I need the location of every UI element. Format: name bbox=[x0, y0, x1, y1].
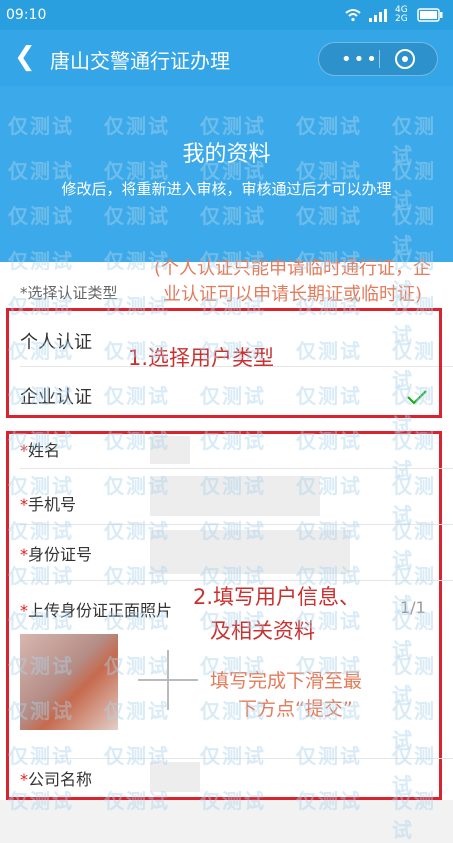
status-icons: 4G 2G bbox=[345, 6, 443, 24]
name-input[interactable] bbox=[150, 436, 190, 464]
more-dots-icon[interactable]: ••• bbox=[341, 49, 379, 70]
phone-input[interactable] bbox=[150, 476, 320, 516]
wifi-icon bbox=[345, 9, 361, 22]
step2-note-line1: 填写完成下滑至最 bbox=[210, 670, 363, 692]
field-id-text: 身份证号 bbox=[28, 545, 93, 564]
photo-count: 1/1 bbox=[400, 598, 426, 617]
field-phone-text: 手机号 bbox=[28, 495, 77, 514]
field-phone-label: *手机号 bbox=[20, 495, 77, 514]
status-bar: 09:10 4G 2G bbox=[0, 0, 453, 30]
mini-program-capsule: ••• bbox=[318, 42, 438, 76]
profile-header: 我的资料 修改后，将重新进入审核，审核通过后才可以办理 bbox=[0, 86, 453, 262]
divider bbox=[20, 468, 453, 469]
id-photo-thumbnail[interactable] bbox=[20, 634, 118, 730]
signal-icon bbox=[369, 9, 387, 22]
step2-label-line2: 及相关资料 bbox=[210, 619, 315, 643]
field-id-label: *身份证号 bbox=[20, 545, 93, 564]
id-number-input[interactable] bbox=[150, 530, 350, 574]
step2-label-line1: 2.填写用户信息、 bbox=[193, 585, 361, 609]
field-name-text: 姓名 bbox=[28, 441, 61, 460]
status-time: 09:10 bbox=[6, 7, 47, 23]
company-input[interactable] bbox=[150, 762, 200, 792]
step2-note-line2: 下方点“提交” bbox=[238, 698, 353, 720]
cert-type-label: *选择认证类型 bbox=[20, 284, 118, 302]
nav-bar: ❮ 唐山交警通行证办理 ••• bbox=[0, 30, 453, 86]
field-photo-label: *上传身份证正面照片 bbox=[20, 601, 173, 620]
divider bbox=[20, 524, 453, 525]
step1-label: 1.选择用户类型 bbox=[128, 346, 275, 370]
add-photo-button[interactable] bbox=[128, 640, 208, 720]
divider bbox=[20, 758, 453, 759]
battery-icon bbox=[417, 8, 443, 22]
page-subtitle: 修改后，将重新进入审核，审核通过后才可以办理 bbox=[61, 180, 392, 198]
cert-type-note: (个人认证只能申请临时通行证，企业认证可以申请长期证或临时证) bbox=[153, 258, 432, 305]
field-name-label: *姓名 bbox=[20, 441, 61, 460]
field-photo-text: 上传身份证正面照片 bbox=[28, 601, 173, 620]
capsule-divider bbox=[379, 50, 380, 68]
chevron-left-icon[interactable]: ❮ bbox=[14, 44, 36, 70]
target-icon[interactable] bbox=[395, 49, 415, 69]
nav-title: 唐山交警通行证办理 bbox=[50, 49, 230, 73]
field-company-label: *公司名称 bbox=[20, 770, 93, 789]
field-company-text: 公司名称 bbox=[28, 770, 93, 789]
network-label: 4G 2G bbox=[395, 5, 408, 24]
page-title: 我的资料 bbox=[182, 142, 271, 167]
